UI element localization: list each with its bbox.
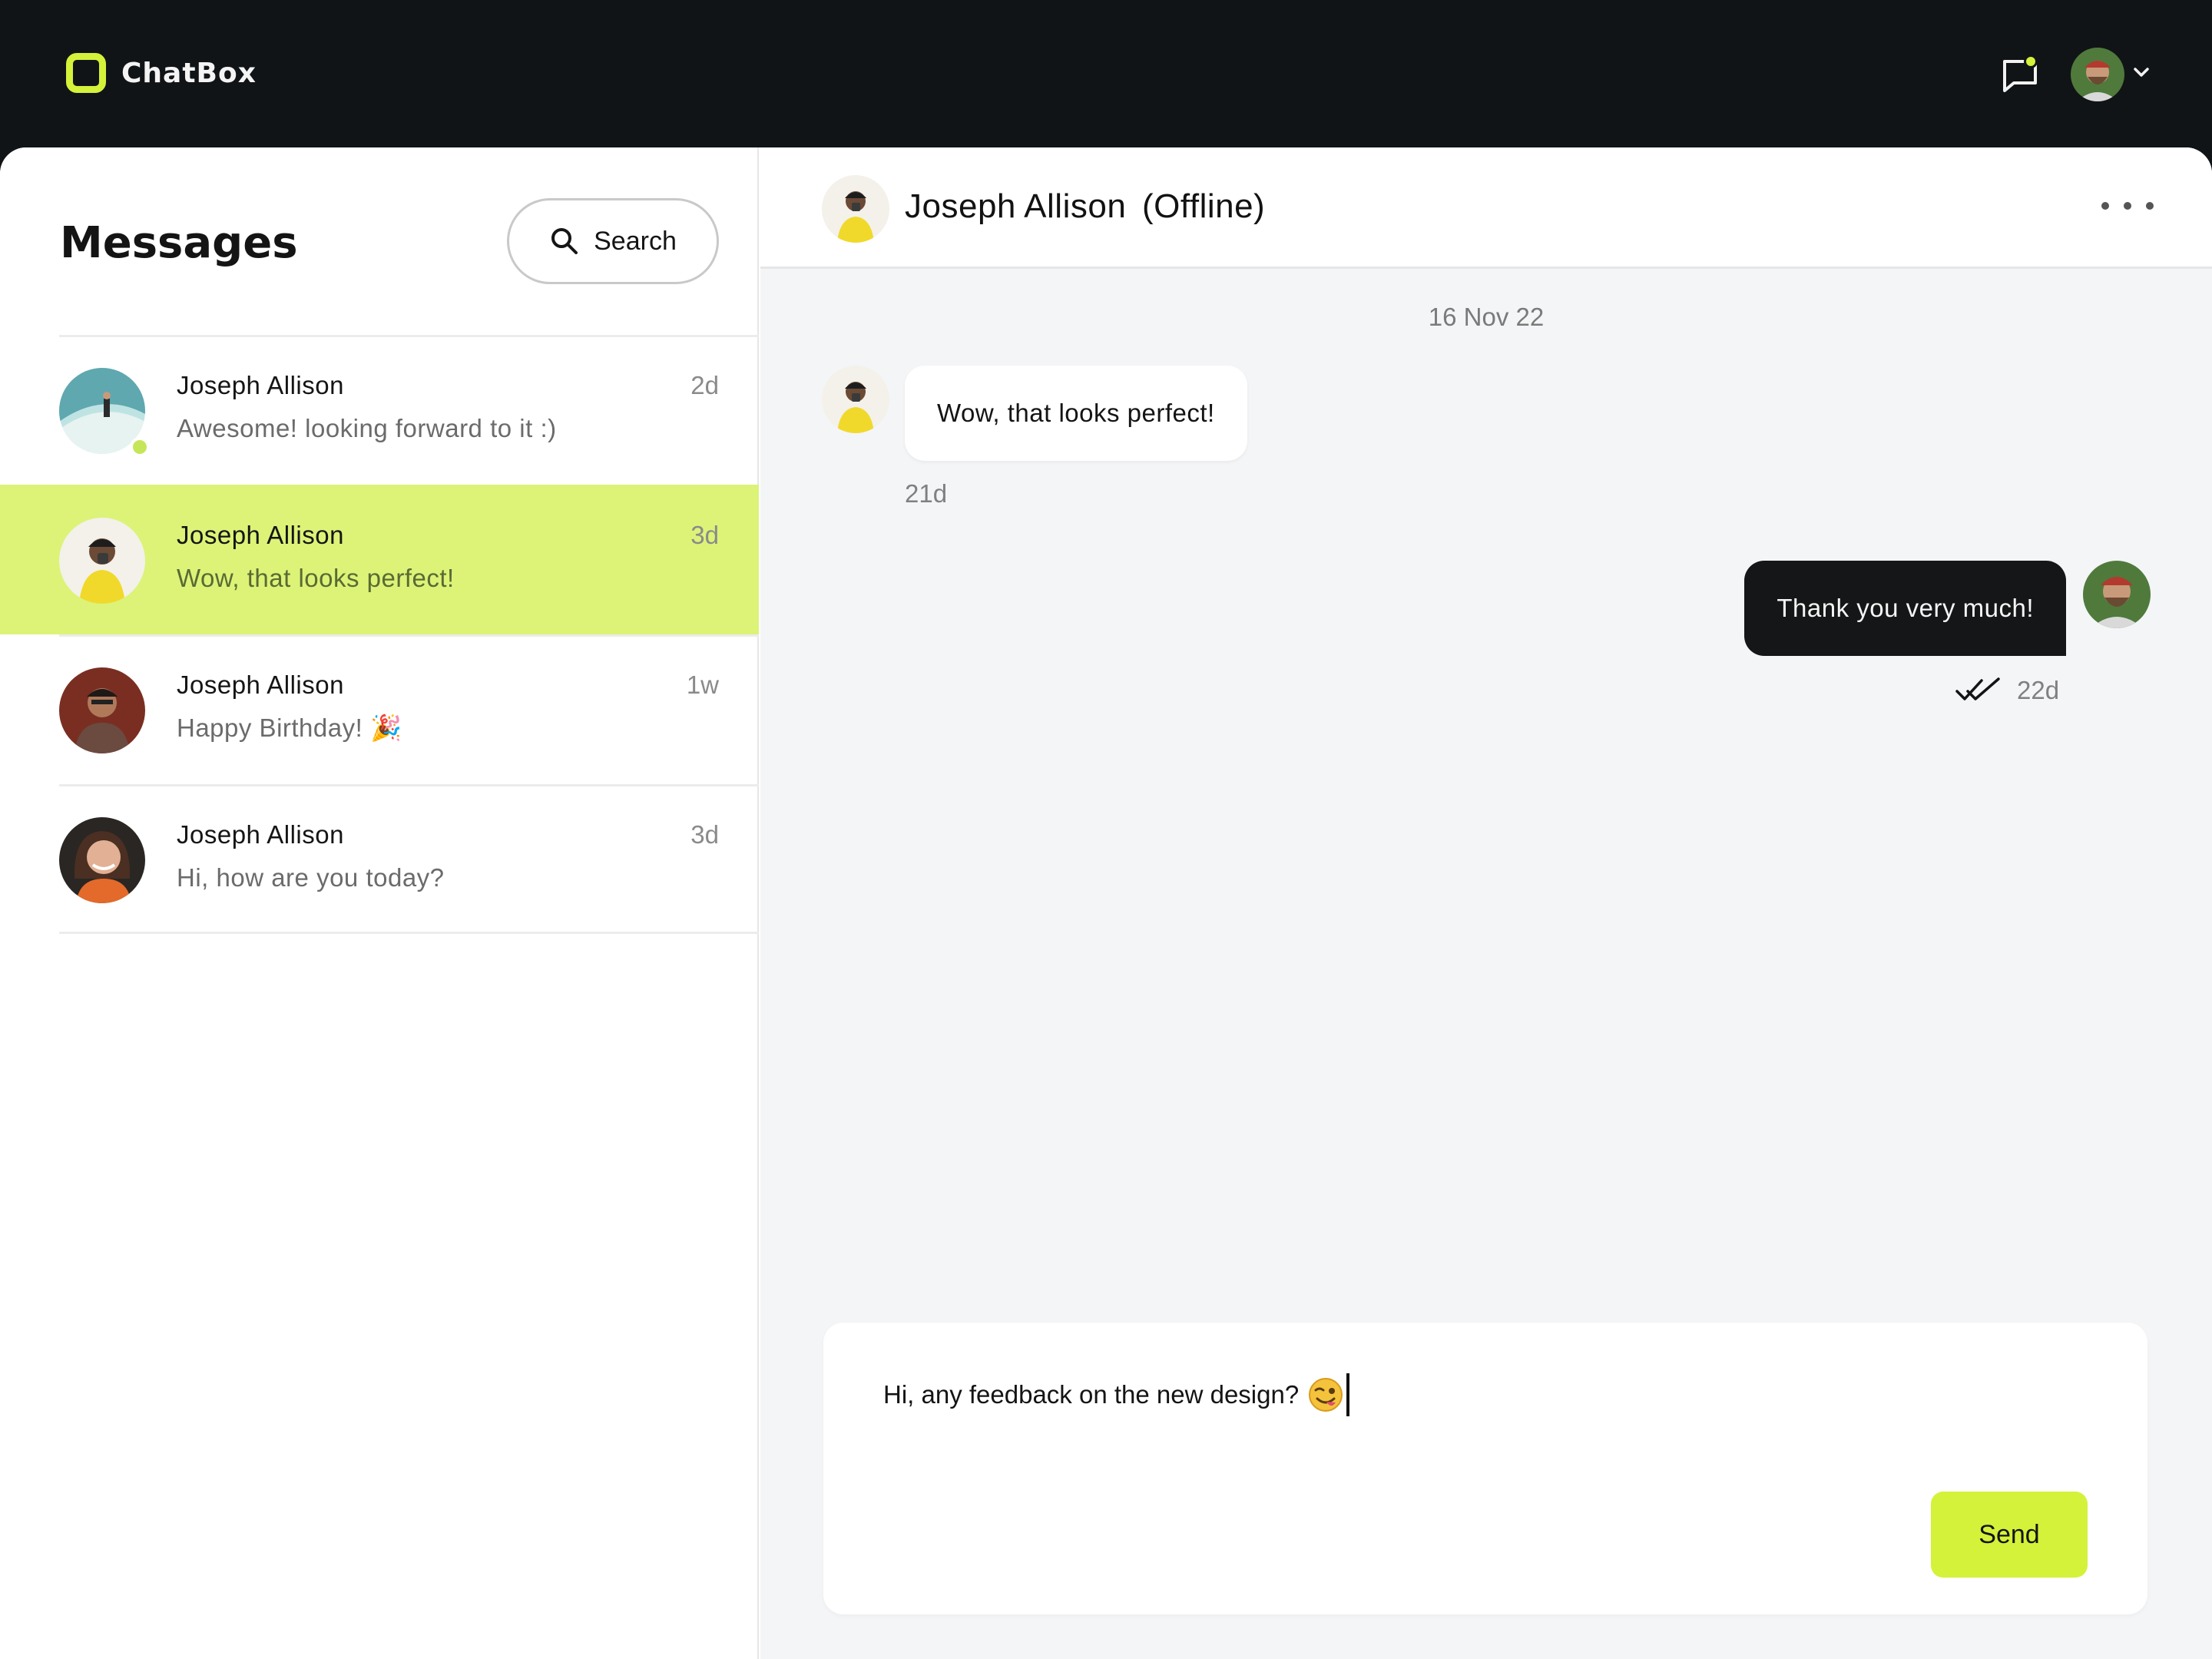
outgoing-message-time: 22d [2017, 676, 2060, 704]
double-check-icon [1955, 677, 2000, 700]
conversation-list: Joseph Allison Awesome! looking forward … [0, 335, 759, 934]
user-message-avatar [2083, 561, 2151, 628]
online-indicator [130, 437, 150, 457]
send-button[interactable]: Send [1931, 1492, 2088, 1578]
conversation-item[interactable]: Joseph Allison Hi, how are you today? 3d [59, 784, 759, 934]
app-logo[interactable]: ChatBox [66, 53, 257, 93]
conversation-time: 3d [690, 521, 719, 549]
notification-dot [2024, 55, 2038, 68]
sidebar-title: Messages [60, 218, 298, 268]
message-composer[interactable]: Hi, any feedback on the new design? Send [823, 1323, 2147, 1614]
top-bar: ChatBox [0, 0, 2212, 147]
more-options-button[interactable] [2101, 200, 2154, 212]
chat-header: Joseph Allison (Offline) [760, 147, 2212, 269]
avatar [59, 817, 145, 903]
user-avatar[interactable] [2071, 48, 2124, 101]
conversation-name: Joseph Allison [177, 371, 344, 399]
contact-avatar[interactable] [822, 175, 889, 243]
conversation-time: 3d [690, 820, 719, 849]
outgoing-message-bubble: Thank you very much! [1744, 561, 2066, 656]
contact-message-avatar [822, 366, 889, 433]
more-dots-icon-dot [2124, 202, 2131, 210]
conversation-time: 2d [690, 371, 719, 399]
logo-icon [66, 53, 106, 93]
message-input-value: Hi, any feedback on the new design? [883, 1380, 1300, 1409]
contact-name-line: Joseph Allison (Offline) [905, 187, 1265, 226]
chat-panel: Joseph Allison (Offline) 16 Nov 22 Wow, … [760, 147, 2212, 1659]
search-icon [551, 228, 578, 254]
text-caret [1346, 1373, 1350, 1416]
search-button-label: Search [594, 226, 677, 256]
incoming-message-time: 21d [905, 479, 948, 508]
search-button[interactable]: Search [507, 198, 719, 284]
more-dots-icon-dot [2146, 202, 2154, 210]
conversation-name: Joseph Allison [177, 820, 344, 849]
conversation-time: 1w [686, 671, 719, 699]
date-separator: 16 Nov 22 [1428, 303, 1545, 331]
app-window: Messages Search Joseph Allison Awesome! … [0, 147, 2212, 1659]
conversation-preview: Awesome! looking forward to it :) [177, 414, 557, 442]
conversation-name: Joseph Allison [177, 671, 344, 699]
conversation-item[interactable]: Joseph Allison Awesome! looking forward … [59, 335, 759, 485]
winking-face-with-tongue-icon [1309, 1378, 1343, 1412]
incoming-message-bubble: Wow, that looks perfect! [905, 366, 1247, 461]
contact-status: (Offline) [1142, 187, 1266, 225]
app-name: ChatBox [121, 57, 257, 89]
avatar [59, 518, 145, 604]
conversation-preview: Wow, that looks perfect! [177, 564, 455, 592]
conversation-preview: Hi, how are you today? [177, 863, 445, 892]
conversation-name: Joseph Allison [177, 521, 344, 549]
more-dots-icon [2101, 202, 2109, 210]
conversation-item-active[interactable]: Joseph Allison Wow, that looks perfect! … [0, 485, 759, 634]
contact-name: Joseph Allison [905, 187, 1127, 225]
conversation-sidebar: Messages Search Joseph Allison Awesome! … [0, 147, 759, 1659]
chevron-down-icon[interactable] [2133, 66, 2150, 78]
conversation-item[interactable]: Joseph Allison Happy Birthday! 🎉 1w [59, 634, 759, 784]
conversation-preview: Happy Birthday! 🎉 [177, 714, 402, 742]
avatar [59, 667, 145, 753]
message-input[interactable]: Hi, any feedback on the new design? [883, 1373, 1350, 1416]
